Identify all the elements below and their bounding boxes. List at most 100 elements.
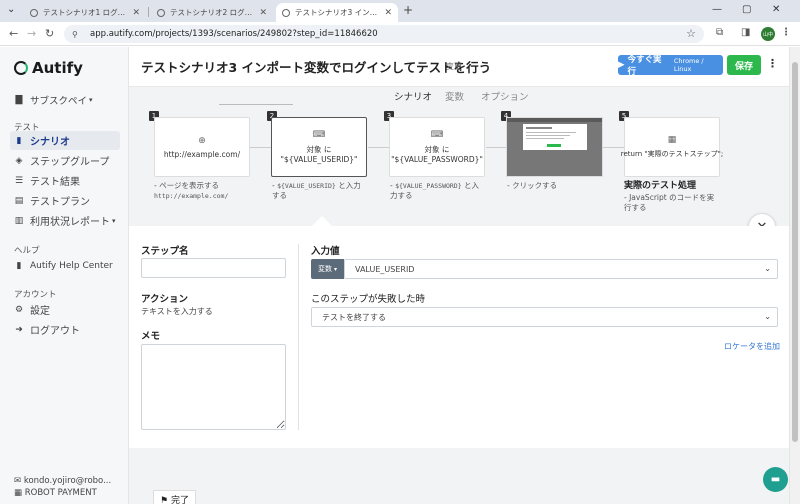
thumbnail-button (547, 144, 561, 147)
memo-textarea[interactable] (141, 344, 286, 430)
minimize-icon[interactable]: — (712, 4, 722, 15)
site-info-icon[interactable]: ⚲ (72, 30, 82, 39)
tab-variables[interactable]: 変数 (445, 89, 464, 103)
caret-down-icon: ▾ (333, 265, 337, 273)
window-close-icon[interactable]: ✕ (772, 4, 780, 15)
sidebar-item-label: テスト結果 (30, 177, 80, 188)
step-card-4-screenshot[interactable] (506, 117, 603, 177)
autify-logo[interactable]: Autify (14, 59, 83, 77)
maximize-icon[interactable]: ▢ (742, 4, 751, 15)
browser-tab-scenario2[interactable]: テストシナリオ2 ログイン後画面Bをテスト ✕ (151, 3, 273, 22)
browser-toolbar: ← → ↻ ⚲ app.autify.com/projects/1393/sce… (0, 22, 800, 46)
tab-close-icon[interactable]: ✕ (132, 8, 140, 18)
step-name-input[interactable] (141, 258, 286, 278)
step-description: 実際のテスト処理 - JavaScript のコードを実行する (624, 181, 715, 212)
section-label-account: アカウント (14, 290, 57, 300)
add-locator-link[interactable]: ロケータを追加 (724, 341, 780, 352)
back-icon[interactable]: ← (9, 27, 18, 40)
keyboard-icon: ⌨ (430, 130, 444, 140)
side-panel-icon[interactable]: ◨ (741, 27, 750, 38)
step-card-5[interactable]: ▦ return "実際のテストステップ"; (621, 117, 723, 177)
sidebar-item-step-groups[interactable]: ◈ ステップグループ (10, 151, 120, 170)
tab-separator (148, 7, 149, 17)
sidebar-item-label: テストプラン (30, 197, 90, 208)
step-description: - ${VALUE_PASSWORD} と入力する (390, 181, 480, 200)
rename-link[interactable]: 変更 (446, 61, 462, 72)
profile-avatar[interactable]: 山中 (761, 27, 775, 41)
sidebar-item-label: ステップグループ (30, 157, 110, 168)
tab-search-icon[interactable]: ⌄ (7, 4, 15, 15)
step-connector (250, 147, 271, 148)
sidebar-item-logout[interactable]: ➜ ログアウト (10, 320, 120, 339)
selected-step-pointer (312, 216, 332, 226)
code-icon: ▦ (667, 135, 677, 145)
step-description: - ページを表示する http://example.com/ (154, 181, 229, 200)
new-tab-icon[interactable]: + (403, 3, 413, 17)
column-divider (298, 244, 299, 430)
browser-tab-title: テストシナリオ1 ログイン後画面Aをテスト (43, 8, 127, 17)
chart-icon: ▥ (14, 215, 24, 226)
sidebar-item-usage-report[interactable]: ▥ 利用状況レポート ▾ (10, 211, 120, 230)
step-card-3[interactable]: ⌨ 対象 に "${VALUE_PASSWORD}" (389, 117, 485, 177)
tab-options[interactable]: オプション (481, 89, 529, 103)
step-connector (368, 147, 389, 148)
step-connector (603, 147, 624, 148)
organization-name[interactable]: ▦ ROBOT PAYMENT (14, 488, 97, 498)
step-card-text: 対象 に "${VALUE_USERID}" (280, 145, 358, 164)
browser-tab-scenario1[interactable]: テストシナリオ1 ログイン後画面Aをテスト ✕ (24, 3, 146, 22)
run-now-button[interactable]: ▶ 今すぐ実行 Chrome / Linux (618, 55, 723, 77)
book-icon: ▮ (16, 260, 22, 271)
tab-close-icon[interactable]: ✕ (384, 8, 392, 18)
step-name-label: ステップ名 (141, 246, 189, 257)
logout-icon: ➜ (15, 324, 23, 335)
chevron-down-icon: ⌄ (764, 312, 771, 321)
on-failure-select[interactable]: テストを終了する ⌄ (311, 307, 778, 327)
done-button[interactable]: ⚑ 完了 (153, 490, 196, 504)
save-button[interactable]: 保存 (727, 55, 761, 75)
tab-scenario[interactable]: シナリオ (394, 89, 432, 103)
layers-icon: ◈ (15, 155, 23, 166)
step-description: - クリックする (507, 181, 558, 190)
step-card-1[interactable]: ⊕ http://example.com/ (154, 117, 250, 177)
folder-icon: ▇ (15, 95, 23, 105)
thumbnail-page (523, 124, 587, 150)
logo-text: Autify (32, 59, 83, 77)
sidebar-item-test-plans[interactable]: ▤ テストプラン (10, 191, 120, 210)
browser-tab-scenario3[interactable]: テストシナリオ3 インポート変数でログインしてテストを行う ✕ (276, 3, 398, 22)
flag-icon: ⚑ (160, 496, 169, 504)
scrollbar-thumb[interactable] (792, 62, 798, 442)
list-icon: ☰ (14, 175, 24, 186)
address-bar[interactable]: ⚲ app.autify.com/projects/1393/scenarios… (64, 25, 704, 43)
workspace-name: サブスクペイ (30, 96, 88, 107)
reload-icon[interactable]: ↻ (45, 27, 54, 40)
sidebar-item-settings[interactable]: ⚙ 設定 (10, 300, 120, 319)
tab-close-icon[interactable]: ✕ (259, 8, 267, 18)
extensions-icon[interactable]: ⧉ (716, 27, 723, 38)
sidebar-item-scenarios[interactable]: ▮ シナリオ (10, 131, 120, 150)
memo-label: メモ (141, 331, 161, 342)
sidebar-item-label: ログアウト (30, 326, 80, 337)
chat-support-button[interactable]: ▬ (763, 467, 788, 492)
thumbnail-line (526, 132, 576, 133)
variable-toggle-button[interactable]: 変数 ▾ (311, 259, 344, 279)
sidebar-item-label: 設定 (30, 306, 50, 317)
step-card-2[interactable]: ⌨ 対象 に "${VALUE_USERID}" (271, 117, 367, 177)
user-email[interactable]: ✉ kondo.yojiro@robo... (14, 476, 111, 486)
chrome-menu-icon[interactable]: ⋮ (781, 27, 791, 38)
page-title: テストシナリオ3 インポート変数でログインしてテストを行う (141, 60, 492, 75)
sidebar: Autify ▇ サブスクペイ ▾ テスト ▮ シナリオ ◈ ステップグループ … (0, 47, 129, 504)
forward-icon[interactable]: → (27, 27, 36, 40)
bookmark-star-icon[interactable]: ☆ (686, 27, 696, 40)
sidebar-item-test-results[interactable]: ☰ テスト結果 (10, 171, 120, 190)
step-editor: シナリオ 変数 オプション 1 ⊕ http://example.com/ - … (129, 87, 789, 226)
step-card-text: 対象 に "${VALUE_PASSWORD}" (391, 145, 483, 164)
sidebar-item-help-center[interactable]: ▮ Autify Help Center (10, 256, 120, 275)
file-icon: ▤ (14, 195, 24, 206)
variable-select[interactable]: VALUE_USERID ⌄ (344, 259, 778, 279)
autify-logo-mark-icon (14, 61, 28, 75)
more-menu-icon[interactable]: ⋮ (767, 57, 778, 70)
sidebar-item-label: Autify Help Center (30, 260, 113, 271)
workspace-selector[interactable]: ▇ サブスクペイ ▾ (14, 93, 93, 107)
thumbnail-topbar (507, 118, 602, 122)
sidebar-item-label: 利用状況レポート (30, 217, 110, 228)
